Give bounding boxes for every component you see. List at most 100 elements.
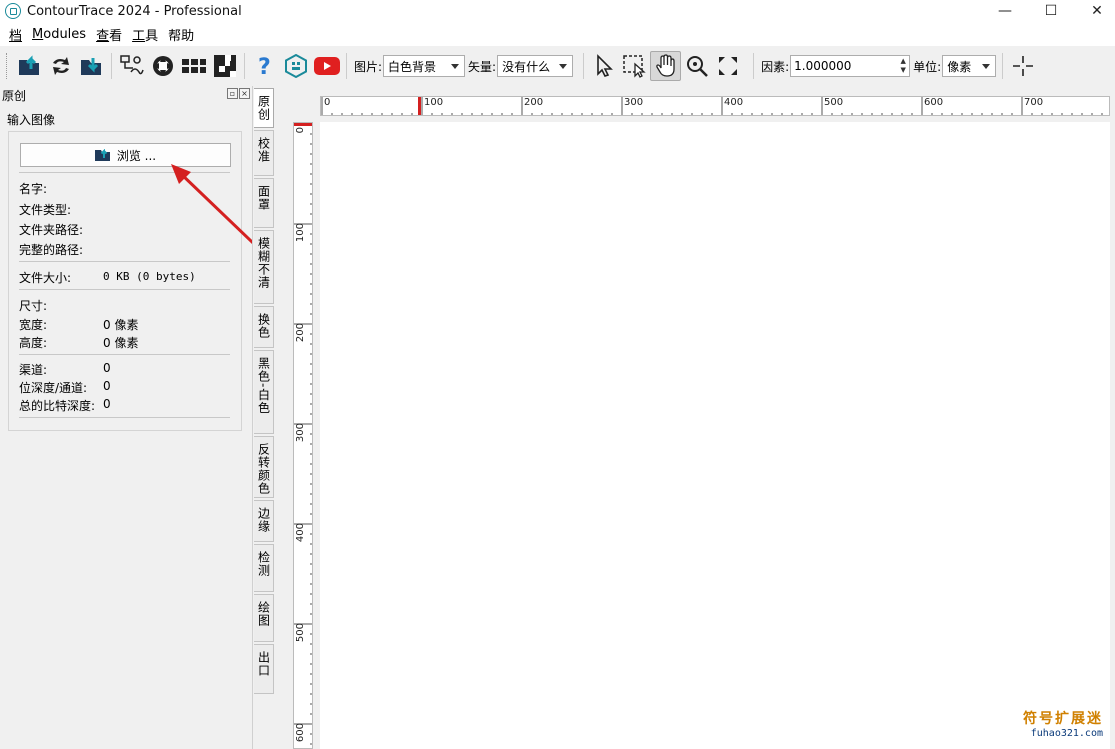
tab-original-label: 原创 [256, 95, 271, 121]
divider [19, 289, 230, 290]
refresh-icon[interactable] [45, 51, 76, 81]
image-background-value: 白色背景 [388, 59, 437, 74]
pointer-icon[interactable] [588, 51, 619, 81]
menu-help[interactable]: 帮助 [163, 25, 199, 44]
tab-draw[interactable]: 绘图 [254, 594, 274, 642]
tab-mask-label: 面罩 [256, 185, 271, 211]
toolbar-separator [753, 53, 755, 79]
dimensions-label: 尺寸: [19, 299, 48, 313]
tab-detect[interactable]: 检测 [254, 544, 274, 592]
youtube-icon[interactable] [311, 51, 342, 81]
divider [19, 354, 230, 355]
width-value: 0 像素 [103, 318, 139, 332]
tab-black-white-label: 黑色-白色 [256, 357, 271, 415]
tab-blur[interactable]: 模糊不清 [254, 230, 274, 304]
full-path-label: 完整的路径: [19, 243, 84, 257]
float-panel-icon[interactable]: ▫ [227, 88, 238, 99]
toolbar-grip[interactable] [6, 53, 10, 79]
panel-controls: ▫ × [227, 88, 250, 99]
unit-select[interactable]: 像素 [942, 55, 997, 77]
ruler-h-label: 700 [1024, 97, 1044, 108]
tab-black-white[interactable]: 黑色-白色 [254, 350, 274, 434]
menu-view[interactable]: 查看 [91, 25, 127, 44]
menu-file-label: 档 [9, 28, 23, 44]
tab-mask[interactable]: 面罩 [254, 178, 274, 228]
tab-color-swap[interactable]: 换色 [254, 306, 274, 348]
height-value: 0 像素 [103, 336, 139, 350]
image-canvas[interactable] [320, 122, 1110, 749]
module-tabs: 原创 校准 面罩 模糊不清 换色 黑色-白色 反转颜色 边缘 检测 绘图 出口 [252, 86, 274, 749]
ruler-h-label: 500 [824, 97, 844, 108]
canvas-area: 0 100 200 300 400 500 600 700 0 100 200 … [275, 86, 1115, 749]
close-button[interactable]: ✕ [1074, 0, 1115, 22]
unit-value: 像素 [947, 59, 972, 74]
folder-path-label: 文件夹路径: [19, 223, 84, 237]
unit-label: 单位: [913, 59, 942, 74]
menu-tools[interactable]: 工具 [127, 25, 163, 44]
tab-export-label: 出口 [256, 651, 271, 677]
toolbar-separator [244, 53, 245, 79]
menu-tools-key: 工 [132, 28, 146, 44]
tab-invert-color[interactable]: 反转颜色 [254, 436, 274, 498]
tab-original[interactable]: 原创 [254, 88, 274, 128]
crosshair-icon[interactable] [1007, 51, 1038, 81]
tab-edge[interactable]: 边缘 [254, 500, 274, 542]
hand-icon[interactable] [650, 51, 682, 81]
input-image-title: 输入图像 [7, 113, 56, 127]
select-region-icon[interactable] [619, 51, 650, 81]
bit-depth-value: 0 [103, 379, 111, 393]
ruler-h-label: 400 [724, 97, 744, 108]
image-label: 图片: [354, 59, 383, 74]
save-file-icon[interactable] [76, 51, 107, 81]
close-panel-icon[interactable]: × [239, 88, 250, 99]
svg-text:?: ? [258, 55, 271, 78]
ruler-h-label: 300 [624, 97, 644, 108]
bit-depth-label: 位深度/通道: [19, 381, 88, 395]
spin-arrows-icon[interactable]: ▲ ▼ [898, 57, 908, 75]
chevron-down-icon [982, 64, 991, 69]
divider [19, 417, 230, 418]
toolbar-separator [583, 53, 585, 79]
file-size-value: 0 KB (0 bytes) [103, 270, 196, 283]
grid-icon[interactable] [178, 51, 209, 81]
circle-icon[interactable] [147, 51, 178, 81]
help-icon[interactable]: ? [249, 51, 280, 81]
trace-icon[interactable] [116, 51, 147, 81]
height-label: 高度: [19, 336, 48, 350]
chevron-down-icon [559, 64, 568, 69]
watermark-url: fuhao321.com [1030, 728, 1103, 739]
factor-spinbox[interactable]: 1.000000 ▲ ▼ [790, 55, 911, 77]
tab-invert-color-label: 反转颜色 [256, 443, 271, 495]
tab-calibrate[interactable]: 校准 [254, 130, 274, 176]
menu-modules-label: odules [43, 26, 87, 42]
vector-label: 矢量: [468, 59, 497, 74]
ruler-h-label: 600 [924, 97, 944, 108]
fit-icon[interactable] [712, 51, 743, 81]
toolbar-separator [1002, 53, 1004, 79]
menu-bar: 档 Modules 查看 工具 帮助 [0, 22, 1115, 46]
watermark-title: 符号扩展迷 [1023, 711, 1103, 727]
menu-view-label: 看 [109, 28, 123, 44]
vector-select[interactable]: 没有什么 [497, 55, 574, 77]
watermark: 符号扩展迷 fuhao321.com [1023, 708, 1103, 739]
factor-value: 1.000000 [794, 59, 852, 73]
ruler-v-label: 300 [295, 423, 306, 443]
tab-export[interactable]: 出口 [254, 644, 274, 694]
maximize-button[interactable]: ☐ [1028, 0, 1074, 22]
zoom-icon[interactable] [681, 51, 712, 81]
ruler-h-label: 200 [524, 97, 544, 108]
width-label: 宽度: [19, 318, 48, 332]
file-type-label: 文件类型: [19, 203, 72, 217]
logo-icon[interactable] [280, 51, 311, 81]
open-file-icon[interactable] [14, 51, 45, 81]
menu-file[interactable]: 档 [4, 25, 27, 44]
checker-icon[interactable] [209, 51, 240, 81]
ruler-h-label: 0 [324, 97, 331, 108]
minimize-button[interactable]: — [982, 0, 1028, 22]
total-bit-depth-label: 总的比特深度: [19, 399, 96, 413]
browse-button-label: 浏览 ... [116, 148, 157, 163]
window-title: ContourTrace 2024 - Professional [27, 3, 242, 19]
menu-modules[interactable]: Modules [27, 27, 91, 42]
image-background-select[interactable]: 白色背景 [383, 55, 466, 77]
ruler-h-label: 100 [424, 97, 444, 108]
